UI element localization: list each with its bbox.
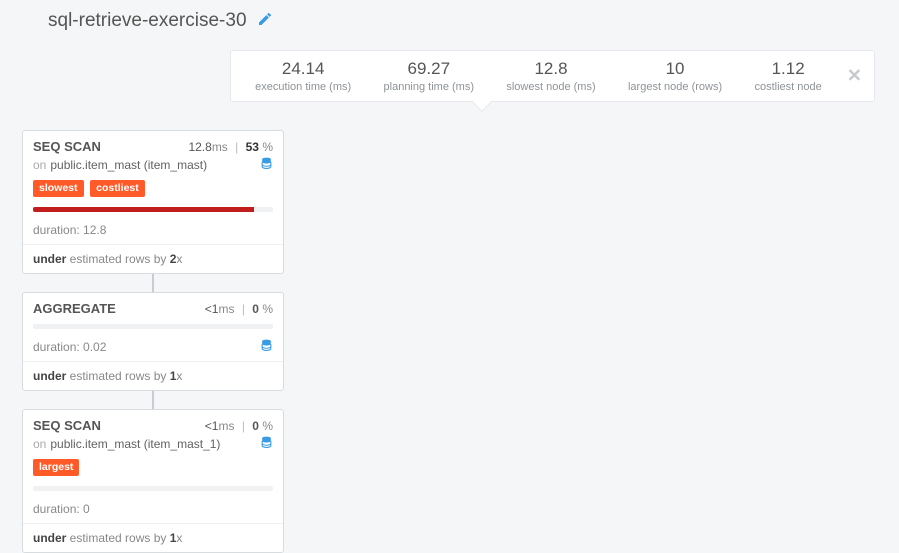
pct-symbol: % [262, 302, 273, 316]
stat-costliest-node: 1.12 costliest node [741, 59, 836, 93]
node-tags: slowest costliest [33, 179, 273, 197]
estimate-prefix: under [33, 369, 66, 383]
estimate-mid: estimated rows by [66, 369, 169, 383]
stat-label: costliest node [755, 81, 822, 93]
node-time-unit: ms [218, 419, 234, 433]
duration-value: 0.02 [83, 340, 106, 354]
node-pct: 0 [252, 302, 259, 316]
node-header: SEQ SCAN 12.8ms | 53 % [33, 139, 273, 154]
estimate-row: under estimated rows by 2x [23, 244, 283, 273]
edit-icon[interactable] [257, 11, 273, 32]
node-relation-row: on public.item_mast (item_mast) [33, 156, 273, 173]
duration-row: duration: 12.8 [23, 216, 283, 244]
node-timing: 12.8ms | 53 % [188, 140, 273, 154]
stat-largest-node: 10 largest node (rows) [614, 59, 736, 93]
node-time-value: <1 [205, 302, 219, 316]
node-pct: 0 [252, 419, 259, 433]
duration-bar [33, 486, 273, 491]
database-icon[interactable] [260, 435, 273, 452]
page-title-area: sql-retrieve-exercise-30 [0, 0, 899, 50]
on-label: on [33, 158, 46, 172]
tag-slowest: slowest [33, 180, 84, 197]
stats-bar: 24.14 execution time (ms) 69.27 planning… [230, 50, 875, 102]
relation-name: public.item_mast (item_mast_1) [50, 437, 220, 451]
stats-notch [472, 92, 492, 112]
node-header: SEQ SCAN <1ms | 0 % [33, 418, 273, 433]
duration-row: duration: 0.02 [23, 333, 283, 361]
separator: | [242, 302, 245, 316]
separator: | [235, 140, 238, 154]
node-timing: <1ms | 0 % [205, 302, 273, 316]
stat-value: 69.27 [384, 59, 474, 79]
estimate-mid: estimated rows by [66, 531, 169, 545]
plan-node-seq-scan[interactable]: SEQ SCAN 12.8ms | 53 % on public.item_ma… [22, 130, 284, 274]
relation-name: public.item_mast (item_mast) [50, 158, 207, 172]
node-timing: <1ms | 0 % [205, 419, 273, 433]
stat-label: execution time (ms) [255, 81, 351, 93]
duration-row: duration: 0 [23, 495, 283, 523]
estimate-prefix: under [33, 531, 66, 545]
plan-node-seq-scan[interactable]: SEQ SCAN <1ms | 0 % on public.item_mast … [22, 409, 284, 553]
separator: | [242, 419, 245, 433]
plan-title: sql-retrieve-exercise-30 [48, 10, 247, 32]
stat-label: planning time (ms) [384, 81, 474, 93]
node-relation-row: on public.item_mast (item_mast_1) [33, 435, 273, 452]
estimate-mid: estimated rows by [66, 252, 169, 266]
node-name: SEQ SCAN [33, 139, 188, 154]
node-time-value: <1 [205, 419, 219, 433]
duration-label: duration: [33, 502, 83, 516]
stat-label: largest node (rows) [628, 81, 722, 93]
plan-node-aggregate[interactable]: AGGREGATE <1ms | 0 % duration: 0.02 unde… [22, 292, 284, 391]
node-connector [152, 391, 154, 409]
node-pct: 53 [246, 140, 259, 154]
stat-execution-time: 24.14 execution time (ms) [241, 59, 365, 93]
estimate-factor: 1 [170, 531, 177, 545]
duration-value: 12.8 [83, 223, 106, 237]
node-name: AGGREGATE [33, 301, 205, 316]
stat-label: slowest node (ms) [506, 81, 595, 93]
duration-bar [33, 324, 273, 329]
node-time-value: 12.8 [188, 140, 211, 154]
database-icon[interactable] [260, 156, 273, 173]
node-connector [152, 274, 154, 292]
duration-bar-fill [33, 207, 254, 212]
estimate-row: under estimated rows by 1x [23, 523, 283, 552]
node-name: SEQ SCAN [33, 418, 205, 433]
stat-slowest-node: 12.8 slowest node (ms) [492, 59, 609, 93]
estimate-suffix: x [176, 531, 182, 545]
tag-costliest: costliest [90, 180, 145, 197]
tag-largest: largest [33, 459, 79, 476]
stat-value: 1.12 [755, 59, 822, 79]
node-time-unit: ms [212, 140, 228, 154]
estimate-suffix: x [176, 252, 182, 266]
pct-symbol: % [262, 419, 273, 433]
stat-value: 24.14 [255, 59, 351, 79]
estimate-suffix: x [176, 369, 182, 383]
duration-label: duration: [33, 223, 83, 237]
estimate-prefix: under [33, 252, 66, 266]
stat-value: 12.8 [506, 59, 595, 79]
duration-value: 0 [83, 502, 90, 516]
close-icon[interactable]: ✕ [847, 66, 862, 87]
pct-symbol: % [262, 140, 273, 154]
node-header: AGGREGATE <1ms | 0 % [33, 301, 273, 316]
on-label: on [33, 437, 46, 451]
duration-label: duration: [33, 340, 83, 354]
node-time-unit: ms [218, 302, 234, 316]
node-tags: largest [33, 458, 273, 476]
database-icon[interactable] [260, 338, 273, 355]
estimate-row: under estimated rows by 1x [23, 361, 283, 390]
stat-value: 10 [628, 59, 722, 79]
plan-nodes: SEQ SCAN 12.8ms | 53 % on public.item_ma… [22, 130, 284, 553]
duration-bar [33, 207, 273, 212]
stat-planning-time: 69.27 planning time (ms) [370, 59, 488, 93]
